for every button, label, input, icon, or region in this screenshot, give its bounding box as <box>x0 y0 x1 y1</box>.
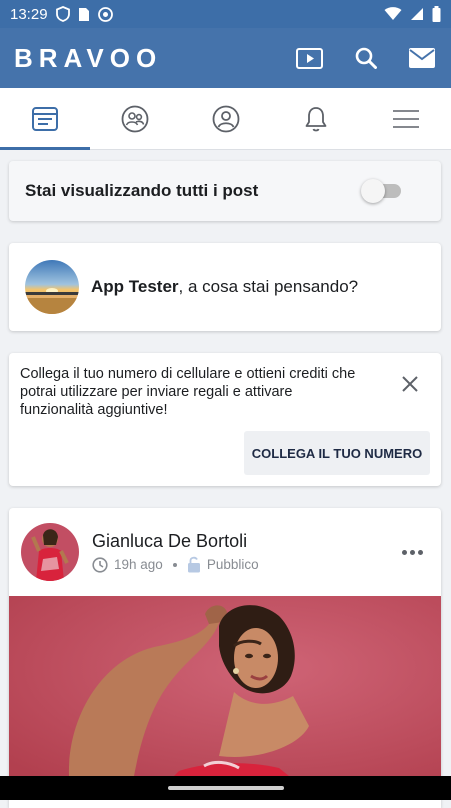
signal-icon <box>411 8 423 20</box>
app-logo[interactable]: BRAVOO <box>14 43 162 74</box>
status-time: 13:29 <box>10 5 48 23</box>
main-tabs <box>0 88 451 150</box>
post-author-avatar[interactable] <box>21 523 79 581</box>
system-navigation-bar <box>0 776 451 800</box>
video-icon[interactable] <box>296 47 323 69</box>
wifi-icon <box>384 7 402 21</box>
profile-icon <box>212 105 239 132</box>
menu-icon <box>392 109 419 128</box>
friends-icon <box>121 105 149 132</box>
feed-icon <box>32 106 59 131</box>
post-visibility: Pubblico <box>206 557 259 572</box>
toggle-knob <box>361 179 385 203</box>
promo-text: Collega il tuo numero di cellulare e ott… <box>20 366 356 418</box>
user-avatar <box>25 260 79 314</box>
composer-prompt[interactable]: App Tester, a cosa stai pensando? <box>91 277 358 297</box>
shield-icon <box>55 6 70 22</box>
battery-icon <box>432 6 441 22</box>
app-notification-icon <box>97 6 113 22</box>
tab-menu[interactable] <box>361 88 451 149</box>
clock-icon <box>92 556 108 573</box>
mail-icon[interactable] <box>409 48 435 68</box>
post-filter-label: Stai visualizzando tutti i post <box>25 181 259 200</box>
composer-prompt-text: , a cosa stai pensando? <box>178 277 359 296</box>
tab-feed[interactable] <box>0 88 91 150</box>
more-dot <box>418 549 423 555</box>
unlock-icon <box>187 556 200 573</box>
search-icon[interactable] <box>355 47 377 69</box>
post-author-name[interactable]: Gianluca De Bortoli <box>92 531 259 552</box>
more-dot <box>410 549 415 555</box>
composer-card[interactable]: App Tester, a cosa stai pensando? <box>9 243 441 331</box>
composer-user-name: App Tester <box>91 277 179 296</box>
post-filter-toggle[interactable] <box>361 179 401 203</box>
close-icon[interactable] <box>401 375 419 393</box>
sim-icon <box>78 7 89 21</box>
tab-friends[interactable] <box>90 88 180 149</box>
phone-link-promo-card: Collega il tuo numero di cellulare e ott… <box>9 353 441 486</box>
post-more-options[interactable] <box>402 549 423 555</box>
post-card: Gianluca De Bortoli 19h ago Pubblico <box>9 508 441 808</box>
status-bar: 13:29 <box>0 0 451 28</box>
post-filter-card: Stai visualizzando tutti i post <box>9 161 441 221</box>
post-header: Gianluca De Bortoli 19h ago Pubblico <box>9 508 441 596</box>
post-image[interactable] <box>9 596 441 776</box>
tab-notifications[interactable] <box>271 88 361 149</box>
more-dot <box>402 549 407 555</box>
separator-dot <box>172 562 177 567</box>
tab-profile[interactable] <box>180 88 270 149</box>
bell-icon <box>305 106 327 131</box>
link-phone-button[interactable]: COLLEGA IL TUO NUMERO <box>244 431 430 475</box>
post-time: 19h ago <box>114 557 163 572</box>
app-bar: BRAVOO <box>0 28 451 88</box>
home-gesture-handle[interactable] <box>167 786 284 790</box>
